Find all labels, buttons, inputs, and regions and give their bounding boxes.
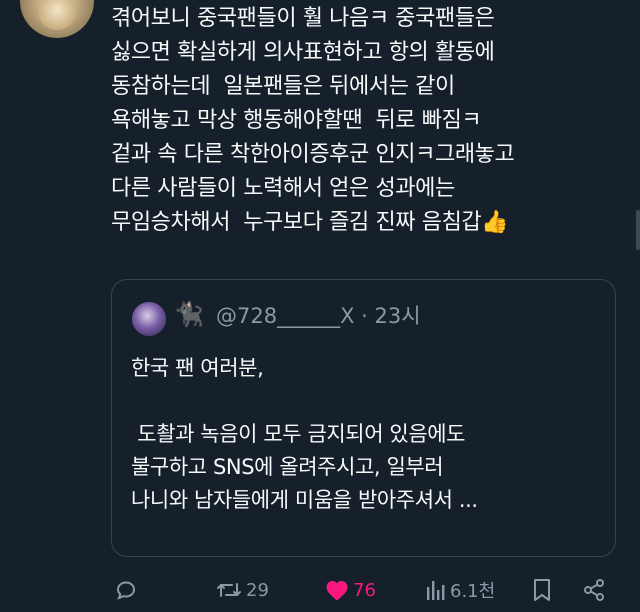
quoted-user-handle[interactable]: @728______X · 23시 (216, 300, 421, 330)
quoted-line: 도촬과 녹음이 모두 금지되어 있음에도 (131, 422, 466, 446)
tweet-line: 다른 사람들이 노력해서 얻은 성과에는 (111, 176, 455, 201)
retweet-icon (217, 583, 241, 597)
scrollbar-thumb[interactable] (636, 210, 640, 250)
tweet-line: 무임승차해서 누구보다 즐김 진짜 음침갑👍 (111, 206, 616, 240)
share-button[interactable] (582, 572, 606, 608)
bar-chart-icon (427, 581, 445, 600)
user-avatar[interactable] (20, 0, 94, 38)
share-icon (584, 579, 604, 601)
views-count: 6.1천 (450, 581, 496, 602)
bookmark-button[interactable] (532, 572, 552, 608)
thumbs-up-emoji: 👍 (481, 210, 509, 235)
tweet-line: 겉과 속 다른 착한아이증후군 인지ㅋ그래놓고 (111, 142, 515, 167)
reply-icon (116, 581, 136, 600)
quoted-line (131, 385, 601, 418)
tweet-actions-bar: 29 76 6.1천 (0, 572, 640, 612)
heart-icon (326, 581, 348, 601)
quoted-line: 한국 팬 여러분, (131, 356, 264, 380)
quoted-user-avatar[interactable] (132, 302, 166, 336)
quoted-line: 나니와 남자들에게 미움을 받아주셔서 ... (131, 488, 478, 512)
avatar-face (38, 0, 76, 30)
quoted-tweet[interactable]: 🐈‍⬛ @728______X · 23시 한국 팬 여러분, 도촬과 녹음이 … (111, 279, 616, 557)
tweet-line: 겪어보니 중국팬들이 훨 나음ㅋ 중국팬들은 (111, 6, 495, 31)
tweet-line: 욕해놓고 막상 행동해야할땐 뒤로 빠짐ㅋ (111, 108, 482, 133)
retweet-button[interactable]: 29 (216, 572, 269, 608)
retweet-count: 29 (246, 579, 269, 601)
quoted-tweet-text: 한국 팬 여러분, 도촬과 녹음이 모두 금지되어 있음에도불구하고 SNS에 … (131, 352, 601, 517)
reply-button[interactable] (114, 572, 138, 608)
tweet-text: 겪어보니 중국팬들이 훨 나음ㅋ 중국팬들은싫으면 확실하게 의사표현하고 항의… (111, 2, 616, 240)
bookmark-icon (534, 579, 550, 601)
like-count: 76 (353, 579, 376, 601)
tweet-line: 싫으면 확실하게 의사표현하고 항의 활동에 (111, 40, 495, 65)
tweet-line: 동참하는데 일본팬들은 뒤에서는 같이 (111, 74, 455, 99)
quoted-line: 불구하고 SNS에 올려주시고, 일부러 (131, 455, 444, 479)
like-button[interactable]: 76 (325, 572, 376, 608)
black-cat-emoji: 🐈‍⬛ (174, 300, 204, 328)
views-button[interactable]: 6.1천 (426, 572, 495, 608)
tweet-line-text: 무임승차해서 누구보다 즐김 진짜 음침갑 (111, 210, 482, 235)
